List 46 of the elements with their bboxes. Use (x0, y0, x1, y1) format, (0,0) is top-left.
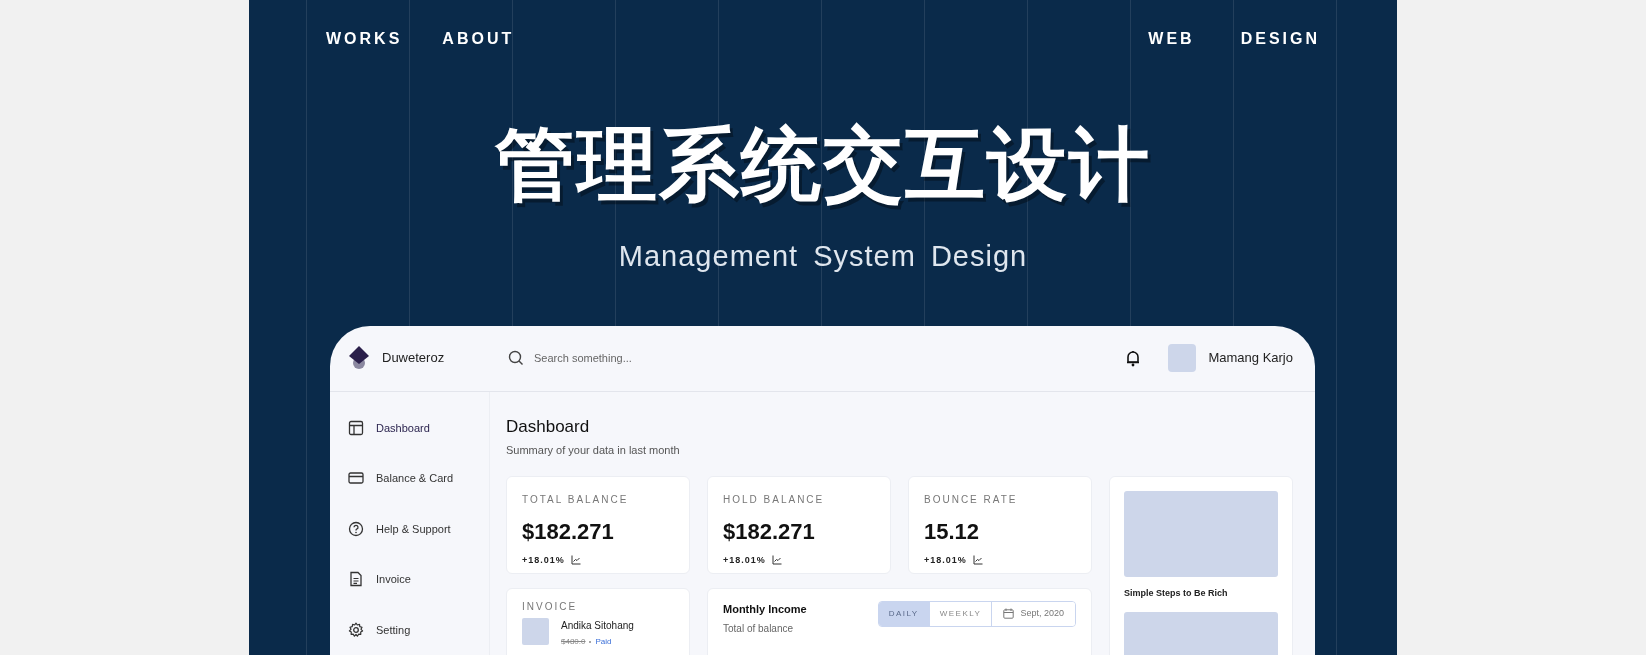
hero-subtitle: Management System Design (618, 239, 1028, 274)
nav-link[interactable]: ABOUT (442, 27, 515, 51)
layout-icon (348, 419, 364, 436)
date-picker[interactable]: Sept, 2020 (991, 601, 1075, 626)
credit-card-icon (348, 470, 364, 487)
stat-label: TOTAL BALANCE (522, 492, 630, 507)
calendar-icon (1003, 608, 1015, 619)
user-name[interactable]: Mamang Karjo (1208, 348, 1293, 368)
settings-icon (348, 621, 364, 638)
stat-change: +18.01% (522, 553, 565, 567)
help-icon (348, 520, 364, 537)
sidebar-item[interactable]: Help & Support (348, 520, 489, 537)
card-subtitle: Total of balance (723, 622, 795, 636)
stat-change: +18.01% (723, 553, 766, 567)
article-title[interactable]: Simple Steps to Be Rich (1124, 586, 1278, 600)
page-title: Dashboard (506, 415, 591, 438)
sidebar-item[interactable]: Dashboard (348, 419, 489, 436)
brand-name: Duweteroz (382, 349, 445, 368)
stat-label: BOUNCE RATE (924, 492, 1019, 507)
sidebar-item[interactable]: Invoice (348, 571, 489, 588)
period-tab[interactable]: DAILY (878, 601, 929, 626)
notification-bell-icon[interactable] (1126, 349, 1141, 367)
nav-link[interactable]: WEB (1148, 27, 1195, 51)
invoice-thumbnail (522, 617, 549, 645)
stat-label: HOLD BALANCE (723, 492, 826, 507)
stat-change: +18.01% (924, 553, 967, 567)
diamond-logo-icon (348, 345, 370, 371)
card-title: Monthly Income (723, 601, 807, 617)
sidebar-item[interactable]: Balance & Card (348, 470, 489, 487)
page-subtitle: Summary of your data in last month (506, 443, 681, 458)
card-label: INVOICE (522, 599, 579, 614)
line-chart-icon (771, 555, 782, 566)
stat-value: $182.271 (522, 517, 615, 546)
nav-link[interactable]: DESIGN (1240, 27, 1320, 51)
search-field[interactable]: Search something... (534, 349, 834, 367)
search-icon (508, 350, 524, 366)
stat-value: $182.271 (723, 517, 816, 546)
invoice-name: Andika Sitohang (561, 618, 634, 633)
status-link[interactable]: Paid (595, 635, 612, 648)
stat-value: 15.12 (924, 517, 981, 546)
line-chart-icon (972, 555, 983, 566)
nav-link[interactable]: WORKS (326, 27, 403, 51)
invoice-amount: $480.0 (561, 635, 586, 648)
document-icon (348, 571, 364, 588)
line-chart-icon (570, 555, 581, 566)
sidebar-item[interactable]: Setting (348, 621, 489, 638)
